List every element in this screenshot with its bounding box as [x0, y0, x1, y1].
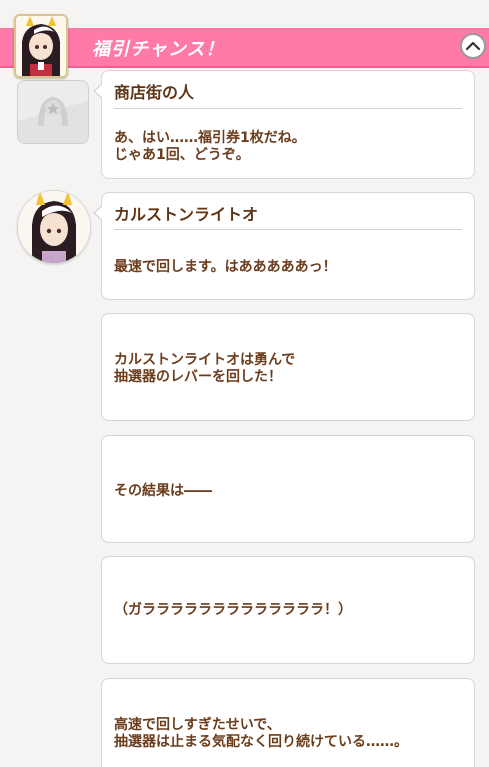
- narration-bubble: （ガラララララララララララララ！）: [101, 556, 475, 664]
- divider: [114, 229, 462, 230]
- message-line: その結果は――: [114, 483, 212, 499]
- message-bubble: 商店街の人 あ、はい……福引券1枚だね。 じゃあ1回、どうぞ。: [93, 70, 475, 179]
- message-line: じゃあ1回、どうぞ。: [114, 147, 250, 163]
- collapse-button[interactable]: [460, 33, 486, 59]
- narration-bubble: 高速で回しすぎたせいで、 抽選器は止まる気配なく回り続けている……。: [101, 678, 475, 767]
- narration-bubble: カルストンライトオは勇んで 抽選器のレバーを回した！: [101, 313, 475, 421]
- message-line: （ガラララララララララララララ！）: [114, 602, 352, 618]
- message-bubble: カルストンライトオ 最速で回します。はあああああっ！: [93, 192, 475, 300]
- message-line: 抽選器のレバーを回した！: [114, 369, 282, 385]
- message-line: カルストンライトオは勇んで: [114, 352, 296, 368]
- character-face-icon: [16, 16, 66, 76]
- speaker-avatar: [17, 190, 91, 264]
- message-line: 抽選器は止まる気配なく回り続けている……。: [114, 734, 408, 750]
- header-bar: 福引チャンス！: [0, 28, 489, 68]
- character-face-icon: [18, 191, 90, 263]
- narration-bubble: その結果は――: [101, 435, 475, 543]
- message-line: 最速で回します。はあああああっ！: [114, 259, 337, 275]
- message-line: 高速で回しすぎたせいで、: [114, 717, 281, 733]
- story-log-screen: 福引チャンス！ 商店街の人 あ、はい……福引券1枚だね。 じゃあ1回、どうぞ。: [0, 0, 489, 767]
- speaker-name: カルストンライトオ: [114, 205, 259, 224]
- divider: [114, 108, 462, 109]
- message-line: あ、はい……福引券1枚だね。: [114, 130, 306, 146]
- placeholder-person-icon: [18, 81, 88, 143]
- header-title: 福引チャンス！: [92, 39, 225, 60]
- speaker-name: 商店街の人: [114, 83, 195, 102]
- shopkeeper-avatar: [17, 80, 89, 144]
- character-portrait: [14, 14, 68, 78]
- chevron-up-icon: [465, 41, 481, 51]
